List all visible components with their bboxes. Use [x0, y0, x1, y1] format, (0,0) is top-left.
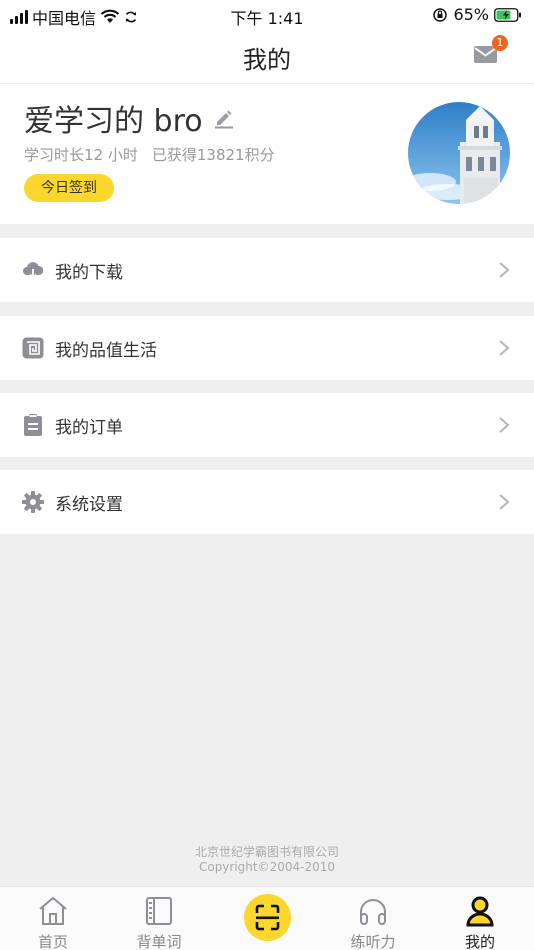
user-stats: 学习时长12 小时 已获得13821积分: [24, 144, 275, 165]
status-bar: 中国电信 下午 1:41 65%: [0, 0, 534, 30]
chevron-right-icon: [499, 340, 510, 356]
edit-icon[interactable]: [213, 107, 235, 129]
cloud-download-icon: [23, 262, 44, 279]
copyright: Copyright©2004-2010: [198, 860, 336, 874]
scan-button[interactable]: [244, 894, 291, 941]
menu-label: 我的品值生活: [55, 341, 157, 361]
avatar[interactable]: [408, 102, 510, 204]
username: 爱学习的 bro: [24, 104, 203, 139]
menu-item-lifestyle[interactable]: 我的品值生活: [0, 316, 534, 380]
chevron-right-icon: [499, 494, 510, 510]
avatar-image: [408, 102, 510, 204]
study-time: 学习时长12 小时: [24, 146, 138, 164]
menu-item-settings[interactable]: 系统设置: [0, 470, 534, 534]
tab-home[interactable]: 首页: [13, 887, 93, 950]
menu-label: 系统设置: [55, 495, 123, 515]
headphones-icon: [360, 899, 386, 925]
battery-icon: [494, 7, 521, 22]
page-title: 我的: [243, 46, 291, 74]
menu-item-downloads[interactable]: 我的下载: [0, 238, 534, 302]
menu-label: 我的订单: [55, 418, 123, 438]
book-icon: [146, 897, 172, 925]
profile-card: 爱学习的 bro 学习时长12 小时 已获得13821积分 今日签到: [0, 84, 534, 224]
person-icon: [466, 896, 494, 927]
tab-label: 首页: [37, 933, 68, 950]
clipboard-icon: [24, 414, 42, 436]
chevron-right-icon: [499, 417, 510, 433]
chevron-right-icon: [499, 262, 510, 278]
footer: 北京世纪学霸图书有限公司 Copyright©2004-2010: [0, 845, 534, 875]
tab-mine[interactable]: 我的: [440, 887, 520, 950]
battery-percent: 65%: [453, 5, 489, 24]
orientation-lock-icon: [433, 7, 448, 22]
menu-item-orders[interactable]: 我的订单: [0, 393, 534, 457]
points-earned: 已获得13821积分: [151, 146, 275, 164]
checkin-button[interactable]: 今日签到: [24, 174, 114, 202]
tab-vocabulary[interactable]: 背单词: [119, 887, 199, 950]
spiral-icon: [22, 337, 44, 359]
gear-icon: [22, 491, 44, 513]
tab-listening[interactable]: 练听力: [333, 887, 413, 950]
status-right: 65%: [432, 5, 522, 24]
home-icon: [39, 896, 67, 925]
notification-badge: 1: [492, 35, 508, 51]
tab-label: 我的: [464, 933, 495, 950]
company-name: 北京世纪学霸图书有限公司: [194, 845, 339, 859]
menu-label: 我的下载: [55, 263, 123, 283]
username-row: 爱学习的 bro: [24, 96, 235, 140]
nav-bar: 我的 1: [0, 30, 534, 84]
tab-label: 练听力: [350, 933, 396, 950]
tab-label: 背单词: [136, 933, 182, 950]
scan-icon: [255, 904, 280, 931]
messages-button[interactable]: 1: [474, 35, 508, 64]
